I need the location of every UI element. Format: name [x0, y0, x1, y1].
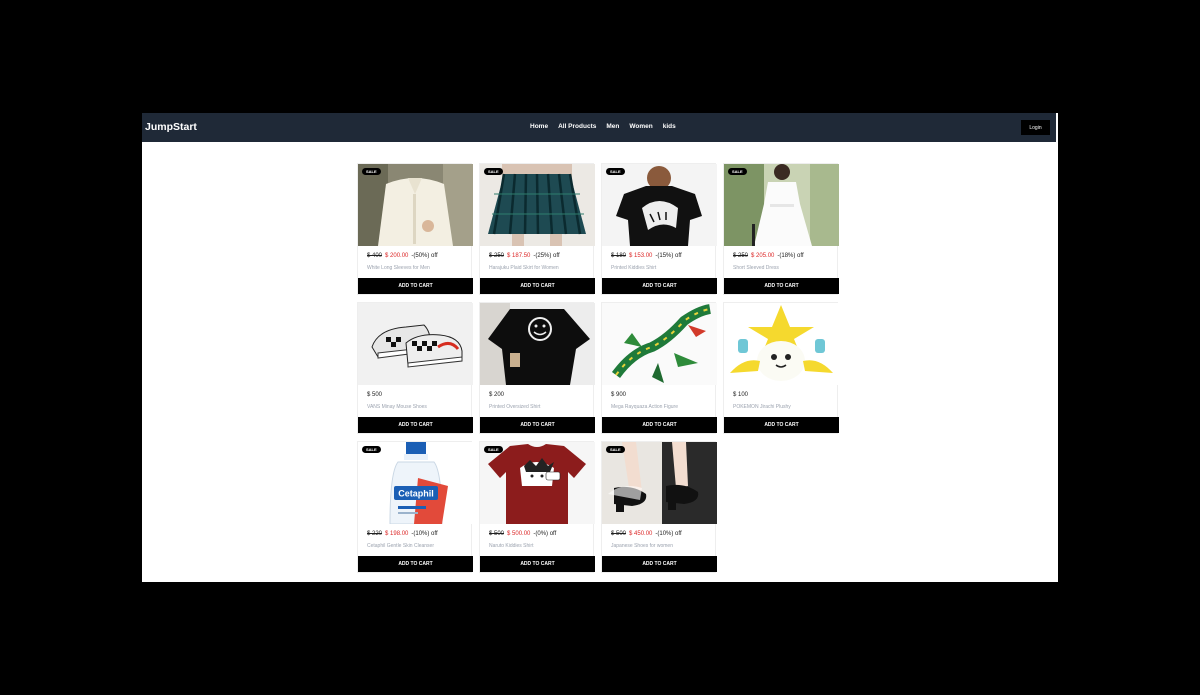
price-row: $ 900: [611, 392, 626, 398]
discount-label: -(15%) off: [655, 253, 682, 259]
sale-badge: SALE: [728, 168, 747, 175]
price: $ 900: [611, 392, 627, 398]
app-window: JumpStart Home All Products Men Women ki…: [142, 113, 1058, 582]
add-to-cart-button[interactable]: ADD TO CART: [480, 556, 595, 572]
product-label-text: Cetaphil: [398, 489, 434, 499]
product-card[interactable]: SALE $ 500 $ 500.00 -(0%) off Naruto Kiddi…: [479, 441, 595, 573]
add-to-cart-button[interactable]: ADD TO CART: [480, 417, 595, 433]
product-card[interactable]: $ 500 VANS Minay Mouse Shoes ADD TO CART: [357, 302, 473, 434]
product-image[interactable]: [358, 164, 473, 246]
add-to-cart-button[interactable]: ADD TO CART: [480, 278, 595, 294]
add-to-cart-button[interactable]: ADD TO CART: [602, 278, 717, 294]
original-price: $ 500: [489, 531, 505, 537]
add-to-cart-button[interactable]: ADD TO CART: [602, 556, 717, 572]
add-to-cart-button[interactable]: ADD TO CART: [358, 417, 473, 433]
product-name[interactable]: Mega Rayquaza Action Figure: [611, 404, 678, 410]
original-price: $ 250: [489, 253, 505, 259]
original-price: $ 400: [367, 253, 383, 259]
product-name[interactable]: Short Sleeved Dress: [733, 265, 779, 271]
product-image[interactable]: [602, 303, 717, 385]
price-row: $ 250 $ 205.00 -(18%) off: [733, 253, 804, 259]
discount-label: -(10%) off: [655, 531, 682, 537]
sale-badge: SALE: [362, 168, 381, 175]
price-row: $ 180 $ 153.00 -(15%) off: [611, 253, 682, 259]
sale-price: $ 500.00: [507, 531, 531, 537]
product-card[interactable]: $ 100 POKEMON Jirachi Plushy ADD TO CART: [723, 302, 839, 434]
product-image[interactable]: [480, 164, 595, 246]
nav-men[interactable]: Men: [606, 123, 619, 130]
add-to-cart-button[interactable]: ADD TO CART: [724, 417, 839, 433]
sale-price: $ 205.00: [751, 253, 775, 259]
price: $ 500: [367, 392, 383, 398]
product-card[interactable]: SALE $ 400 $ 200.00 -(50%) off White Long …: [357, 163, 473, 295]
discount-label: -(18%) off: [777, 253, 804, 259]
price: $ 100: [733, 392, 749, 398]
add-to-cart-button[interactable]: ADD TO CART: [358, 556, 473, 572]
original-price: $ 250: [733, 253, 749, 259]
original-price: $ 220: [367, 531, 383, 537]
product-card[interactable]: SALE $ 180 $ 153.00 -(15%) off Printed Kid…: [601, 163, 717, 295]
sale-price: $ 153.00: [629, 253, 653, 259]
nav-kids[interactable]: kids: [663, 123, 676, 130]
price-row: $ 200: [489, 392, 504, 398]
nav-home[interactable]: Home: [530, 123, 548, 130]
sale-price: $ 200.00: [385, 253, 409, 259]
product-image[interactable]: Cetaphil: [358, 442, 473, 524]
price-row: $ 100: [733, 392, 748, 398]
product-name[interactable]: POKEMON Jirachi Plushy: [733, 404, 791, 410]
brand-logo[interactable]: JumpStart: [145, 121, 197, 133]
original-price: $ 500: [611, 531, 627, 537]
sale-badge: SALE: [606, 168, 625, 175]
sale-badge: SALE: [362, 446, 381, 453]
sale-price: $ 187.50: [507, 253, 531, 259]
add-to-cart-button[interactable]: ADD TO CART: [358, 278, 473, 294]
sale-price: $ 198.00: [385, 531, 409, 537]
sale-price: $ 450.00: [629, 531, 653, 537]
login-button[interactable]: Login: [1021, 120, 1050, 135]
product-name[interactable]: VANS Minay Mouse Shoes: [367, 404, 427, 410]
product-name[interactable]: Naruto Kiddies Shirt: [489, 543, 533, 549]
price-row: $ 500 $ 500.00 -(0%) off: [489, 531, 556, 537]
price: $ 200: [489, 392, 505, 398]
discount-label: -(25%) off: [533, 253, 560, 259]
product-name[interactable]: Printed Oversized Shirt: [489, 404, 540, 410]
product-image[interactable]: [480, 442, 595, 524]
product-image[interactable]: [602, 164, 717, 246]
add-to-cart-button[interactable]: ADD TO CART: [602, 417, 717, 433]
sale-badge: SALE: [484, 446, 503, 453]
product-image[interactable]: [724, 164, 839, 246]
nav-links: Home All Products Men Women kids: [530, 123, 676, 130]
discount-label: -(50%) off: [411, 253, 438, 259]
product-name[interactable]: Cetaphil Gentle Skin Cleanser: [367, 543, 434, 549]
product-name[interactable]: Printed Kiddies Shirt: [611, 265, 656, 271]
discount-label: -(0%) off: [533, 531, 557, 537]
product-image[interactable]: [602, 442, 717, 524]
nav-women[interactable]: Women: [629, 123, 652, 130]
product-card[interactable]: $ 900 Mega Rayquaza Action Figure ADD TO…: [601, 302, 717, 434]
product-image[interactable]: [480, 303, 595, 385]
discount-label: -(10%) off: [411, 531, 438, 537]
product-card[interactable]: SALE $ 500 $ 450.00 -(10%) off Japanese Sh…: [601, 441, 717, 573]
price-row: $ 500 $ 450.00 -(10%) off: [611, 531, 682, 537]
product-name[interactable]: Japanese Shoes for women: [611, 543, 673, 549]
product-image[interactable]: [724, 303, 839, 385]
navbar: JumpStart Home All Products Men Women ki…: [142, 113, 1056, 142]
product-name[interactable]: Harajuku Plaid Skirt for Women: [489, 265, 559, 271]
sale-badge: SALE: [484, 168, 503, 175]
add-to-cart-button[interactable]: ADD TO CART: [724, 278, 839, 294]
price-row: $ 250 $ 187.50 -(25%) off: [489, 253, 560, 259]
product-card[interactable]: Cetaphil SALE $ 220 $ 198.00 -(10%) off Ce…: [357, 441, 473, 573]
price-row: $ 220 $ 198.00 -(10%) off: [367, 531, 438, 537]
product-grid: SALE $ 400 $ 200.00 -(50%) off White Long …: [357, 163, 839, 573]
sale-badge: SALE: [606, 446, 625, 453]
product-card[interactable]: SALE $ 250 $ 205.00 -(18%) off Short Sleev…: [723, 163, 839, 295]
product-name[interactable]: White Long Sleeves for Men: [367, 265, 430, 271]
product-card[interactable]: SALE $ 250 $ 187.50 -(25%) off Harajuku Pl…: [479, 163, 595, 295]
price-row: $ 400 $ 200.00 -(50%) off: [367, 253, 438, 259]
product-card[interactable]: $ 200 Printed Oversized Shirt ADD TO CAR…: [479, 302, 595, 434]
price-row: $ 500: [367, 392, 382, 398]
product-image[interactable]: [358, 303, 473, 385]
nav-all-products[interactable]: All Products: [558, 123, 596, 130]
original-price: $ 180: [611, 253, 627, 259]
